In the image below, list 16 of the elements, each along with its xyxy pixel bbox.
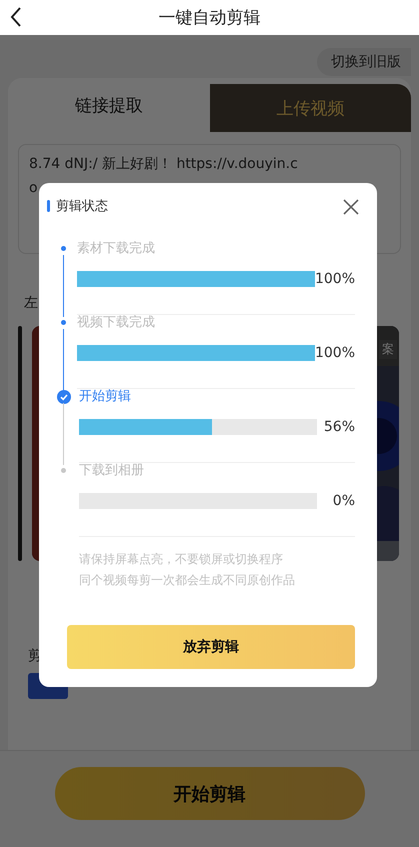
dialog-title: 剪辑状态	[56, 198, 108, 215]
progress-percent: 100%	[314, 271, 355, 287]
link-text: 8.74 dNJ:/ 新上好剧！ https://v.douyin.c	[29, 155, 299, 174]
progress-percent: 100%	[314, 345, 355, 361]
progress-percent: 56%	[324, 419, 355, 435]
page-title: 一键自动剪辑	[158, 7, 260, 29]
section-label: 左	[24, 294, 38, 312]
step-label: 素材下载完成	[76, 241, 156, 257]
step-label: 下载到相册	[79, 463, 145, 479]
progress-percent: 0%	[332, 493, 355, 509]
link-text: o	[29, 179, 39, 198]
step-label: 开始剪辑	[79, 389, 132, 405]
step-label: 视频下载完成	[76, 315, 156, 331]
notice-text: 同个视频每剪一次都会生成不同原创作品	[79, 572, 296, 589]
video-tag: 案	[379, 340, 397, 359]
notice-text: 请保持屏幕点亮，不要锁屏或切换程序	[79, 551, 284, 568]
